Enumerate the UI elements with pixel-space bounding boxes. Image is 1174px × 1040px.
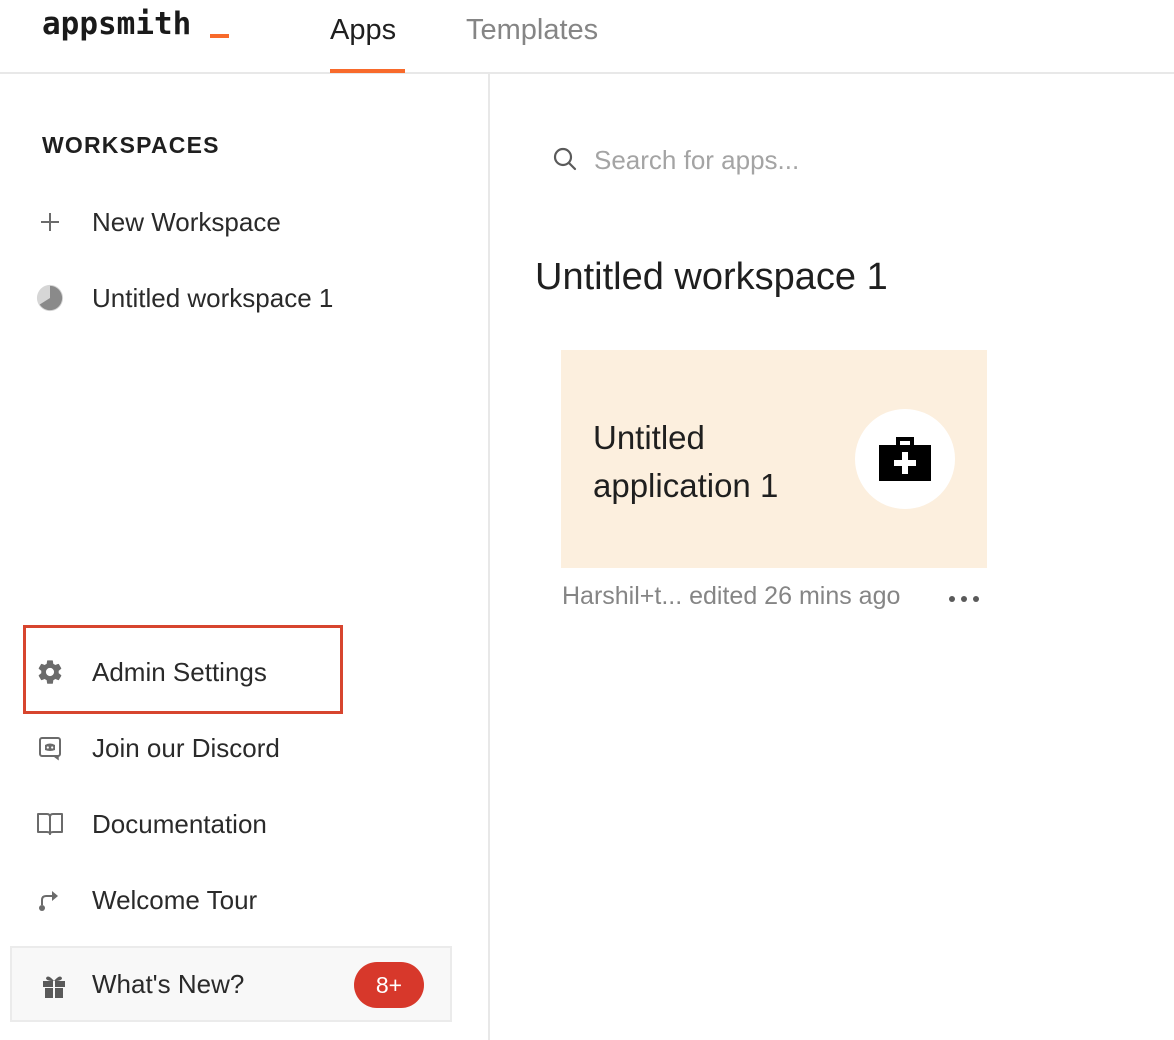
appsmith-home-page: appsmith Apps Templates WORKSPACES New W… (0, 0, 1174, 1040)
documentation-label: Documentation (92, 809, 267, 839)
whats-new-button[interactable]: What's New? 8+ (10, 946, 452, 1022)
new-workspace-label: New Workspace (92, 207, 281, 237)
search-apps-input[interactable] (594, 138, 994, 182)
whats-new-label: What's New? (92, 969, 245, 999)
join-discord-link[interactable]: Join our Discord (24, 718, 464, 778)
gear-icon (36, 658, 64, 686)
sidebar-item-untitled-workspace-1[interactable]: Untitled workspace 1 (24, 268, 464, 328)
admin-settings-button[interactable]: Admin Settings (24, 642, 464, 702)
workspace-avatar-icon (36, 284, 64, 312)
workspace-label: Untitled workspace 1 (92, 283, 334, 313)
route-icon (36, 886, 64, 914)
discord-icon (36, 734, 64, 762)
medical-kit-icon (879, 437, 931, 481)
app-card[interactable]: Untitled application 1 (561, 350, 987, 568)
search-bar (548, 130, 1008, 190)
admin-settings-label: Admin Settings (92, 657, 267, 687)
workspaces-heading: WORKSPACES (42, 132, 220, 158)
tab-apps[interactable]: Apps (330, 10, 396, 50)
app-more-options-button[interactable] (946, 584, 982, 614)
active-tab-indicator (330, 69, 405, 73)
app-icon-container (855, 409, 955, 509)
gift-icon (40, 972, 68, 1000)
welcome-tour-link[interactable]: Welcome Tour (24, 870, 464, 930)
book-icon (36, 810, 64, 838)
logo-cursor-mark (210, 34, 229, 38)
notification-count-badge: 8+ (354, 962, 424, 1008)
appsmith-logo[interactable]: appsmith (42, 4, 191, 44)
tab-templates[interactable]: Templates (466, 10, 598, 50)
workspace-title: Untitled workspace 1 (535, 256, 888, 298)
app-name: Untitled application 1 (593, 419, 779, 504)
app-edit-meta: Harshil+t... edited 26 mins ago (562, 582, 901, 610)
more-horizontal-icon (949, 596, 979, 602)
welcome-tour-label: Welcome Tour (92, 885, 258, 915)
plus-icon (36, 208, 64, 236)
search-icon (552, 146, 580, 174)
top-header: appsmith Apps Templates (0, 0, 1174, 74)
new-workspace-button[interactable]: New Workspace (24, 192, 464, 252)
documentation-link[interactable]: Documentation (24, 794, 464, 854)
workspaces-sidebar: WORKSPACES New Workspace Untitled worksp… (0, 74, 490, 1040)
discord-label: Join our Discord (92, 733, 280, 763)
main-content: Untitled workspace 1 Untitled applicatio… (492, 74, 1174, 1040)
